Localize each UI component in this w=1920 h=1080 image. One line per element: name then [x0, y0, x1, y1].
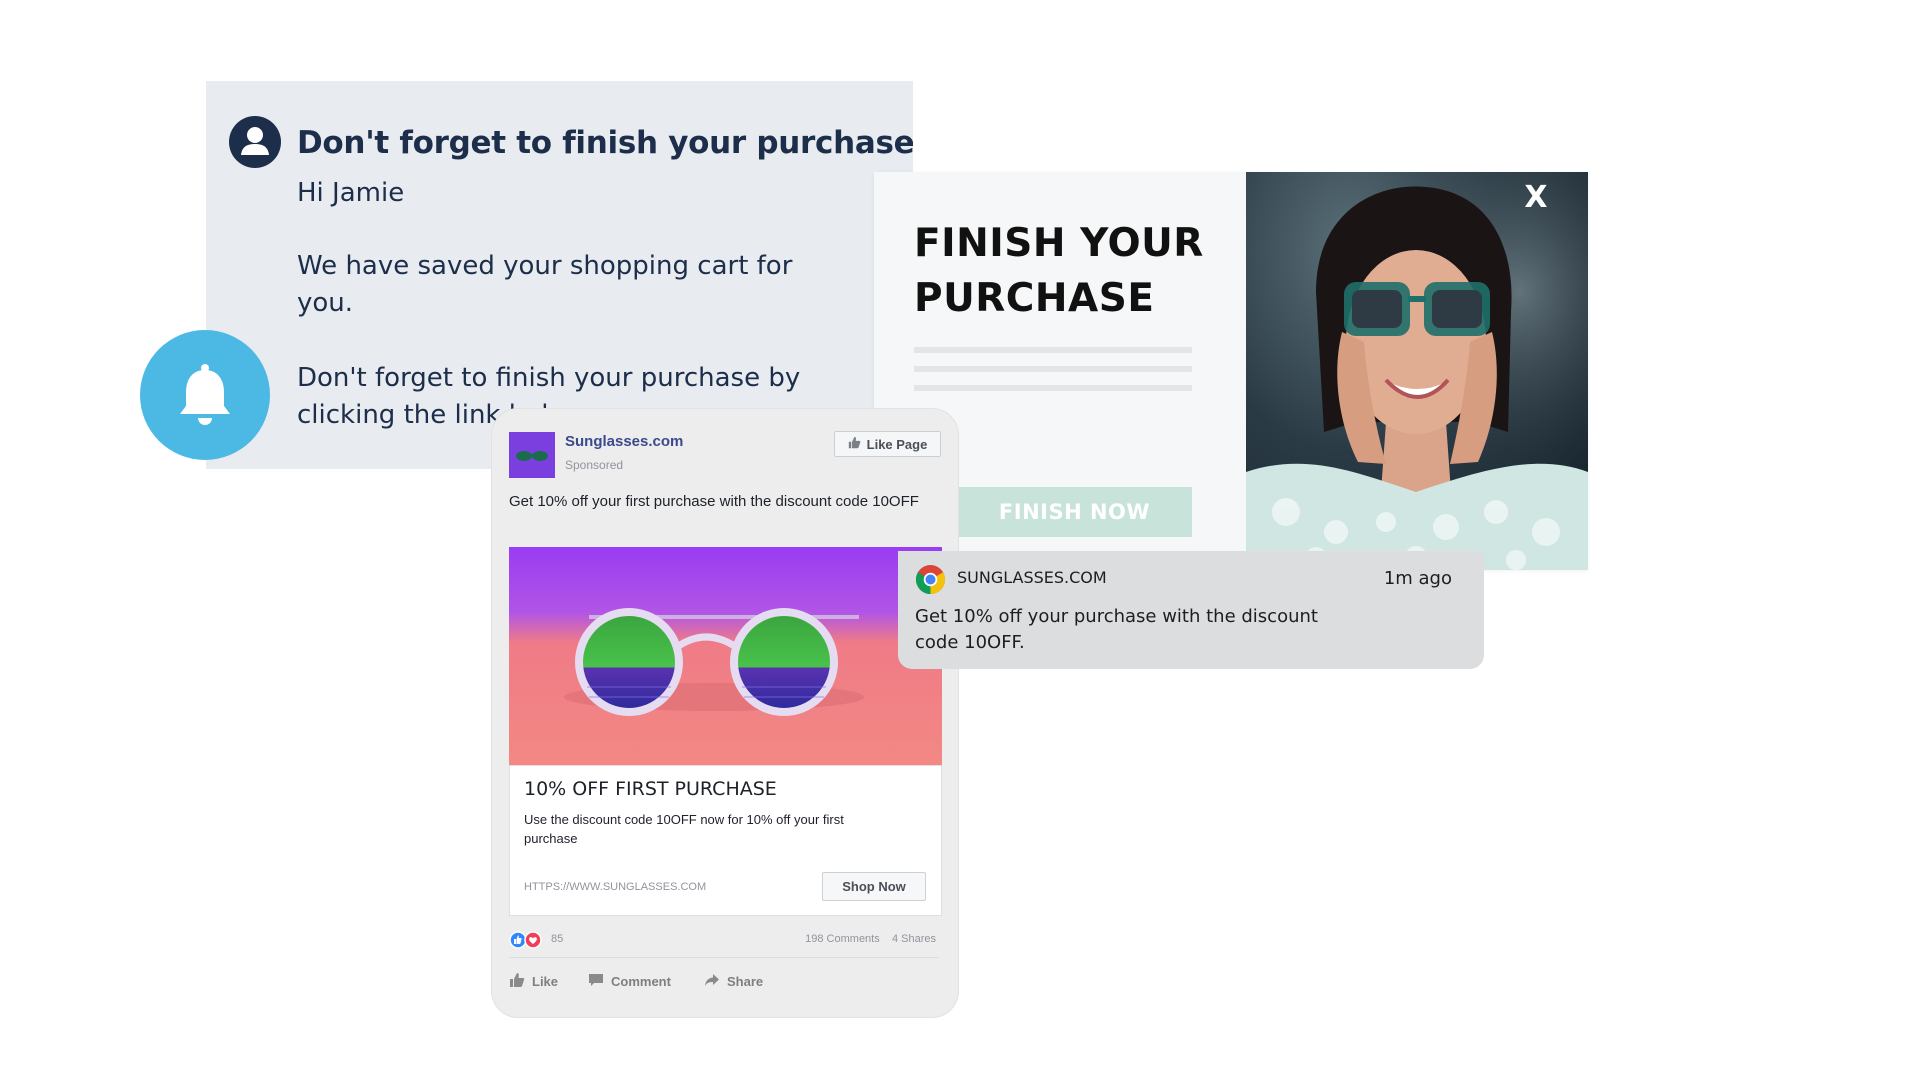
- ad-description: Use the discount code 10OFF now for 10% …: [524, 812, 844, 846]
- ad-primary-text: Get 10% off your first purchase with the…: [509, 493, 919, 510]
- placeholder-text-line: [914, 347, 1192, 353]
- thumbs-up-icon: [848, 436, 861, 452]
- comment-icon: [588, 972, 604, 991]
- like-page-button[interactable]: Like Page: [834, 431, 941, 457]
- page-name-link[interactable]: Sunglasses.com: [565, 433, 683, 450]
- like-page-label: Like Page: [866, 436, 928, 452]
- popup-title: FINISH YOUR PURCHASE: [914, 221, 1204, 321]
- email-body-saved-cart: We have saved your shopping cart for you…: [297, 251, 793, 318]
- notification-body: Get 10% off your purchase with the disco…: [915, 606, 1318, 653]
- ad-link-preview[interactable]: 10% OFF FIRST PURCHASE Use the discount …: [509, 765, 942, 916]
- placeholder-text-line: [914, 385, 1192, 391]
- bell-icon: [140, 330, 270, 460]
- share-icon: [704, 972, 720, 991]
- comment-label: Comment: [611, 974, 671, 989]
- shares-count[interactable]: 4 Shares: [892, 933, 936, 945]
- ad-image[interactable]: [509, 547, 942, 765]
- thumbs-up-icon: [509, 972, 525, 991]
- divider: [509, 957, 939, 958]
- share-label: Share: [727, 974, 764, 989]
- close-icon[interactable]: X: [1514, 176, 1558, 220]
- notification-time: 1m ago: [1383, 568, 1452, 589]
- placeholder-text-line: [914, 366, 1192, 372]
- comments-count[interactable]: 198 Comments: [805, 933, 880, 945]
- email-title: Don't forget to finish your purchase: [297, 125, 913, 161]
- like-label: Like: [532, 974, 559, 989]
- sponsored-label: Sponsored: [565, 458, 624, 472]
- ad-headline: 10% OFF FIRST PURCHASE: [524, 778, 777, 800]
- share-action-button[interactable]: Share: [704, 972, 763, 991]
- notification-site: SUNGLASSES.COM: [957, 568, 1107, 587]
- facebook-ad-card: Sunglasses.com Sponsored Like Page Get 1…: [492, 409, 958, 1017]
- browser-push-notification[interactable]: SUNGLASSES.COM 1m ago Get 10% off your p…: [898, 551, 1484, 669]
- like-action-button[interactable]: Like: [509, 972, 558, 991]
- engagement-counts[interactable]: 198 Comments 4 Shares: [805, 933, 936, 945]
- finish-now-button[interactable]: FINISH NOW: [957, 487, 1192, 537]
- exit-intent-popup: FINISH YOUR PURCHASE FINISH NOW X: [874, 172, 1588, 570]
- ad-display-url: HTTPS://WWW.SUNGLASSES.COM: [524, 881, 707, 893]
- user-icon: [229, 116, 281, 168]
- model-photo: [1246, 172, 1588, 570]
- reaction-count: 85: [551, 933, 564, 945]
- chrome-icon: [915, 564, 946, 595]
- brand-logo: [509, 432, 555, 478]
- shop-now-button[interactable]: Shop Now: [822, 872, 926, 901]
- email-greeting: Hi Jamie: [297, 178, 405, 208]
- comment-action-button[interactable]: Comment: [588, 972, 671, 991]
